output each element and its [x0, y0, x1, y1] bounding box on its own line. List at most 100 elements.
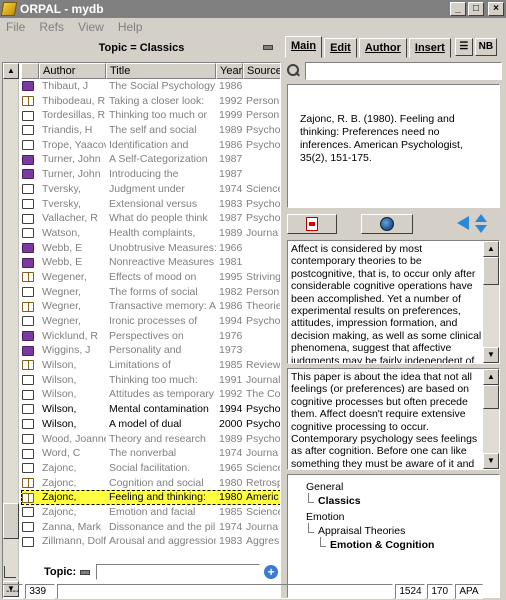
cell-year: 1986	[219, 138, 243, 151]
table-row[interactable]: Zillmann, Dolf Arousal and aggression. 198…	[21, 534, 280, 549]
back-arrow-icon[interactable]	[457, 216, 469, 230]
row-icon-cell	[21, 329, 39, 344]
table-row[interactable]: Wegner, Ironic processes of 1994 Psycho	[21, 314, 280, 329]
table-row[interactable]: Zajonc, Social facilitation. 1965 Science	[21, 461, 280, 476]
tab-author[interactable]: Author	[358, 38, 407, 58]
topic-input[interactable]	[96, 564, 261, 580]
menu-refs[interactable]: Refs	[39, 20, 64, 34]
table-row[interactable]: Webb, E Unobtrusive Measures: 1966	[21, 241, 280, 256]
cell-year: 1999	[219, 109, 243, 122]
table-row[interactable]: Turner, John A Self-Categorization 1987	[21, 152, 280, 167]
table-row[interactable]: Tversky, Extensional versus 1983 Psycho	[21, 197, 280, 212]
collapse-icon[interactable]	[263, 45, 273, 50]
scroll-down-icon[interactable]: ▼	[483, 453, 499, 469]
col-year-header[interactable]: Year	[216, 63, 243, 79]
table-row[interactable]: Wilson, Thinking too much: 1991 Journal	[21, 373, 280, 388]
table-row[interactable]: Wilson, A model of dual 2000 Psycho	[21, 417, 280, 432]
scroll-thumb[interactable]	[483, 257, 499, 285]
table-row[interactable]: Thibodeau, R Taking a closer look: 1992 Per…	[21, 94, 280, 109]
table-row[interactable]: Tversky, Judgment under 1974 Science	[21, 182, 280, 197]
tab-insert[interactable]: Insert	[408, 38, 451, 58]
scroll-up-icon[interactable]: ▲	[3, 63, 19, 79]
up-down-arrow-icon[interactable]	[475, 214, 487, 234]
cell-source: Person	[246, 94, 280, 107]
topic-dash-icon[interactable]	[80, 569, 91, 575]
list-view-icon[interactable]: ☰	[454, 38, 473, 56]
maximize-button[interactable]: □	[468, 2, 484, 16]
table-row[interactable]: Zajonc, Cognition and social 1980 Retrosp	[21, 476, 280, 491]
col-icon-header[interactable]	[21, 63, 39, 79]
col-author-header[interactable]: Author	[39, 63, 106, 79]
topic-appraisal[interactable]: Appraisal Theories	[318, 525, 405, 537]
table-row[interactable]: Wilson, Attitudes as temporary 1992 The Co	[21, 387, 280, 402]
table-row[interactable]: Wilson, Mental contamination 1994 Psycho	[21, 402, 280, 417]
scroll-up-icon[interactable]: ▲	[483, 369, 499, 385]
scroll-thumb[interactable]	[3, 503, 19, 539]
topic-classics[interactable]: Classics	[318, 495, 361, 507]
table-row[interactable]: Wiggins, J Personality and 1973	[21, 343, 280, 358]
tab-main[interactable]: Main	[285, 36, 323, 58]
cell-source: Person	[246, 285, 280, 298]
table-row[interactable]: Tordesillas, R Thinking too much or 1999 Pe…	[21, 108, 280, 123]
col-title-header[interactable]: Title	[106, 63, 216, 79]
table-row[interactable]: Trope, Yaacov Identification and 1986 Psych…	[21, 138, 280, 153]
notes-box[interactable]: This paper is about the idea that not al…	[287, 368, 500, 470]
search-input[interactable]	[305, 62, 502, 80]
close-button[interactable]: ×	[488, 2, 504, 16]
book-icon	[22, 257, 34, 268]
abstract-scrollbar[interactable]: ▲ ▼	[483, 241, 499, 363]
table-row[interactable]: Wegener, Effects of mood on 1995 Striving	[21, 270, 280, 285]
cell-title: Limitations of	[109, 359, 171, 372]
abstract-box[interactable]: Affect is considered by most contemporar…	[287, 240, 500, 364]
nb-button[interactable]: NB	[474, 38, 497, 56]
minimize-button[interactable]: _	[450, 2, 466, 16]
topic-emotion-cognition[interactable]: Emotion & Cognition	[330, 539, 434, 551]
col-source-header[interactable]: Source	[243, 63, 280, 79]
scroll-thumb[interactable]	[483, 385, 499, 409]
cell-title: Transactive memory: A	[109, 300, 216, 313]
topic-general[interactable]: General	[306, 481, 343, 493]
table-row[interactable]: Turner, John Introducing the 1987	[21, 167, 280, 182]
open-web-button[interactable]	[361, 214, 413, 234]
book-icon	[22, 154, 34, 165]
open-pdf-button[interactable]	[287, 214, 337, 234]
cell-author: Zanna, Mark	[42, 520, 101, 533]
cell-source: Person	[246, 109, 280, 122]
document-icon	[22, 375, 34, 386]
table-row[interactable]: Word, C The nonverbal 1974 Journa	[21, 446, 280, 461]
detail-pane: Main Edit Author Insert ☰ NB Zajonc, R. …	[283, 36, 506, 598]
scroll-up-icon[interactable]: ▲	[483, 241, 499, 257]
table-row[interactable]: Wicklund, R Perspectives on 1976	[21, 329, 280, 344]
row-icon-cell	[21, 373, 39, 388]
cell-author: Zajonc,	[42, 505, 77, 518]
menu-help[interactable]: Help	[118, 20, 143, 34]
table-row[interactable]: Vallacher, R What do people think 1987 Psyc…	[21, 211, 280, 226]
table-row[interactable]: Wegner, The forms of social 1982 Person	[21, 285, 280, 300]
table-row[interactable]: Watson, Health complaints, 1989 Journa	[21, 226, 280, 241]
menu-file[interactable]: File	[6, 20, 25, 34]
table-row[interactable]: Zajonc, Emotion and facial 1985 Science	[21, 505, 280, 520]
cell-source: Psycho	[246, 432, 281, 445]
table-row[interactable]: Triandis, H The self and social 1989 Psycho	[21, 123, 280, 138]
notes-scrollbar[interactable]: ▲ ▼	[483, 369, 499, 469]
globe-icon	[380, 217, 394, 231]
document-icon	[22, 433, 34, 444]
table-row[interactable]: Webb, E Nonreactive Measures in 1981	[21, 255, 280, 270]
topic-tree-icon[interactable]	[4, 566, 16, 578]
search-icon[interactable]	[287, 64, 301, 78]
table-row[interactable]: Zajonc, Feeling and thinking: 1980 Americ	[21, 490, 280, 505]
tab-edit[interactable]: Edit	[324, 38, 357, 58]
cell-author: Thibaut, J	[42, 80, 89, 92]
topic-emotion[interactable]: Emotion	[306, 511, 345, 523]
table-row[interactable]: Wegner, Transactive memory: A 1986 Theorie	[21, 299, 280, 314]
table-row[interactable]: Thibaut, J The Social Psychology 1986	[21, 79, 280, 94]
menu-view[interactable]: View	[78, 20, 104, 34]
scroll-down-icon[interactable]: ▼	[483, 347, 499, 363]
table-row[interactable]: Zanna, Mark Dissonance and the pill: 1974 J…	[21, 520, 280, 535]
table-row[interactable]: Wood, Joanne Theory and research 1989 Psych…	[21, 432, 281, 447]
table-row[interactable]: Wilson, Limitations of 1985 Review	[21, 358, 280, 373]
cell-title: Feeling and thinking:	[109, 491, 206, 504]
cell-year: 1994	[219, 315, 243, 327]
add-topic-icon[interactable]: +	[264, 565, 279, 579]
list-scrollbar[interactable]: ▲ ▼	[3, 63, 19, 597]
